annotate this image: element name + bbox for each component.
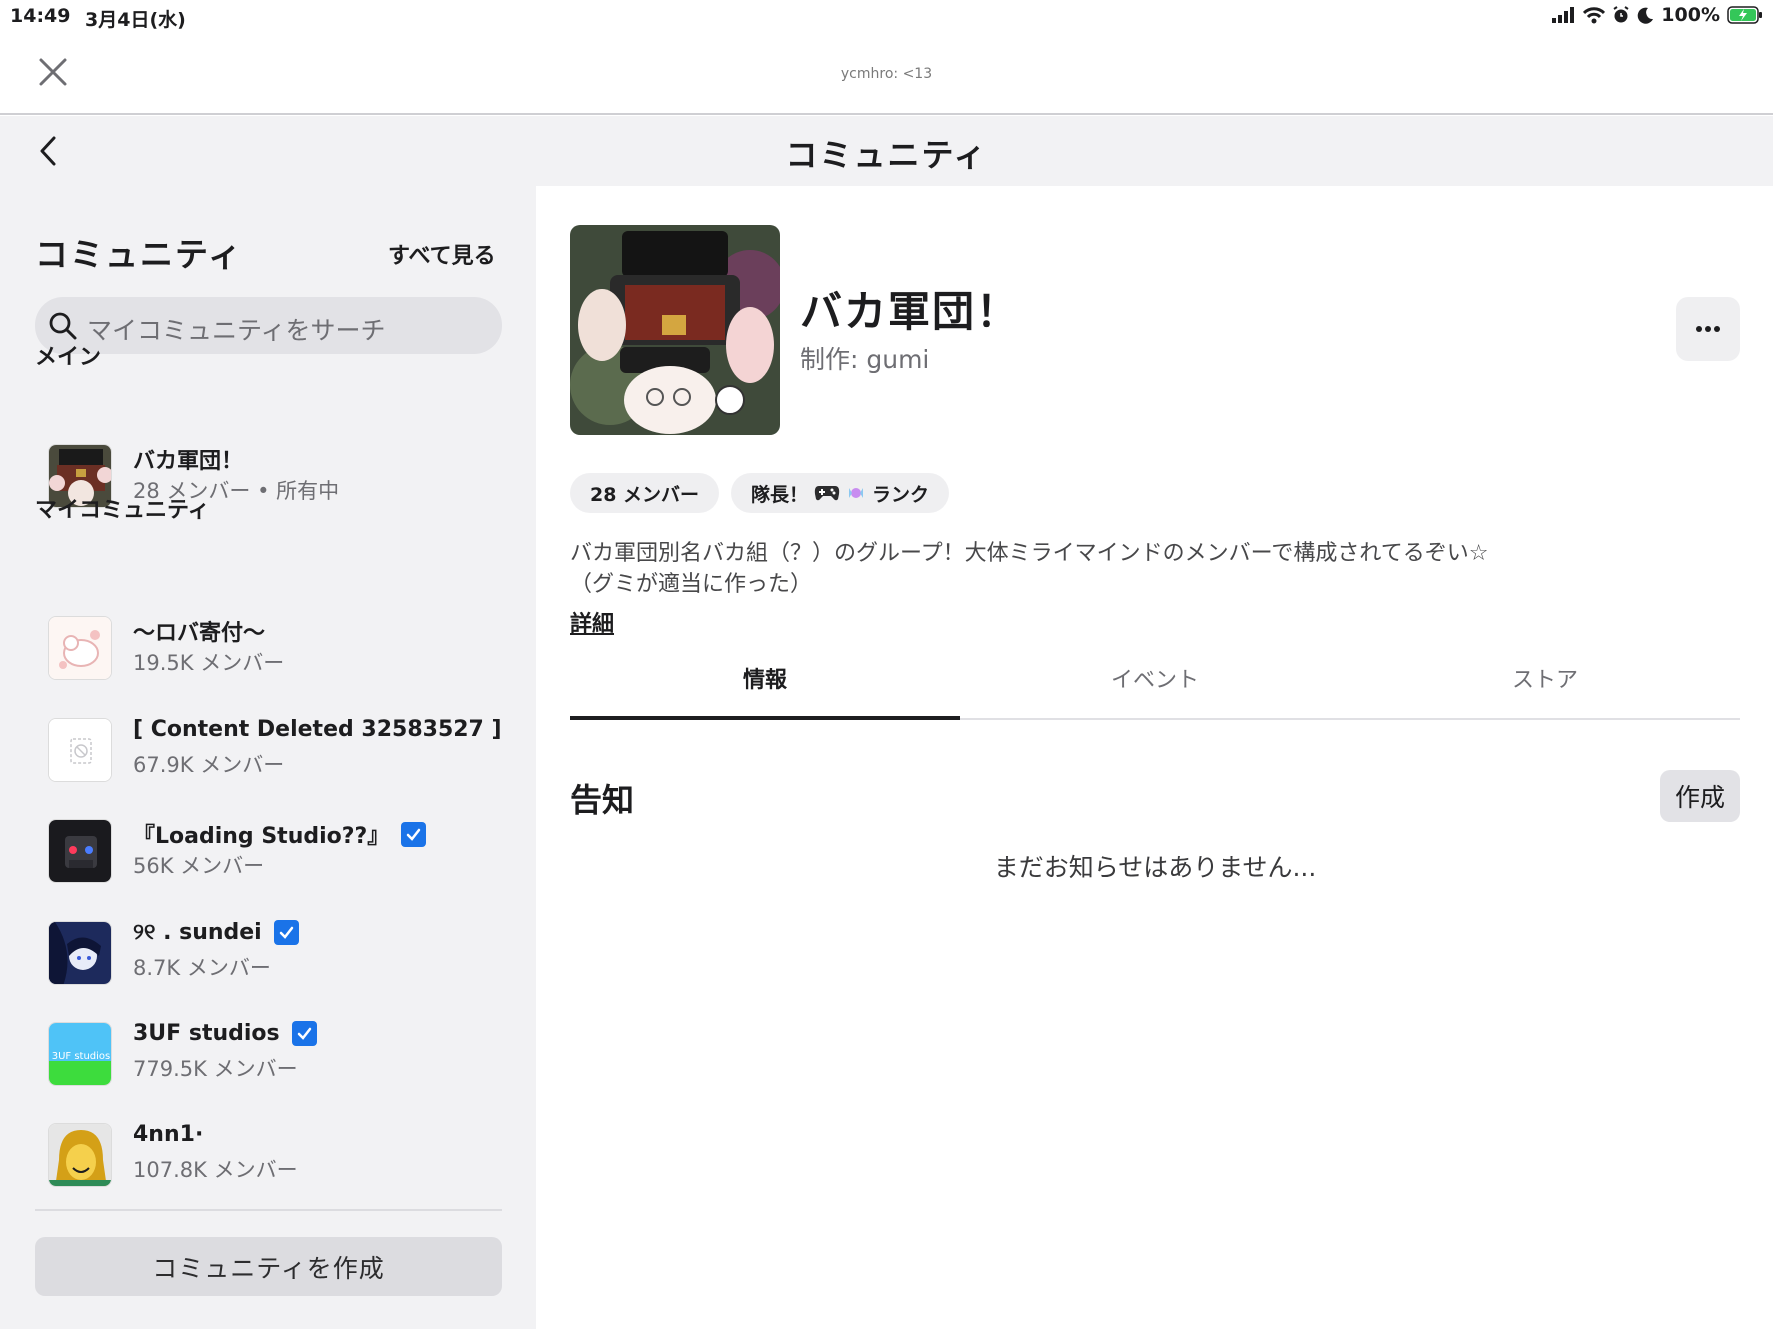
community-thumbnail	[48, 718, 112, 782]
description-line: バカ軍団別名バカ組（？）のグループ！大体ミライマインドのメンバーで構成されてるぞ…	[570, 541, 1489, 566]
community-name-text: 3UF studios	[133, 1021, 280, 1046]
community-name: 『Loading Studio??』	[133, 818, 427, 850]
search-icon	[49, 312, 77, 340]
my-communities-label: マイコミュニティ	[35, 498, 210, 523]
app-header: コミュニティ	[0, 116, 1773, 186]
cellular-signal-icon	[1552, 7, 1575, 23]
rank-suffix: ランク	[872, 483, 930, 506]
group-emblem-image	[570, 225, 780, 435]
sidebar-title: コミュニティ	[35, 235, 244, 274]
member-count: 8.7K メンバー	[133, 956, 271, 980]
member-count: 19.5K メンバー	[133, 651, 285, 675]
separator-dot: •	[257, 479, 277, 503]
community-thumbnail	[48, 921, 112, 985]
community-name-text: [ Content Deleted 32583527 ]	[133, 717, 502, 742]
sidebar-divider	[35, 1209, 502, 1211]
browser-header: ycmhro: <13	[0, 34, 1773, 115]
community-thumbnail	[48, 1123, 112, 1187]
status-icons: 100%	[1552, 4, 1763, 26]
member-count: 779.5K メンバー	[133, 1057, 298, 1081]
sidebar: コミュニティ すべて見る マイコミュニティをサーチ メイン バカ軍団！ 28 メ…	[0, 186, 536, 1329]
more-options-button[interactable]	[1676, 297, 1740, 361]
group-tabs: 情報 イベント ストア	[570, 656, 1740, 720]
alarm-icon	[1613, 6, 1629, 23]
battery-charging-icon	[1727, 6, 1762, 24]
community-name: 4nn1·	[133, 1122, 203, 1147]
search-placeholder: マイコミュニティをサーチ	[87, 316, 386, 345]
community-detail: バカ軍団！ 制作: gumi 28 メンバー 隊長！ ランク バカ軍団別名バカ組…	[536, 186, 1773, 1329]
tab-store[interactable]: ストア	[1350, 656, 1740, 718]
sidebar-item-community[interactable]: ୨୧ . sundei 8.7K メンバー	[35, 912, 502, 992]
community-search-input[interactable]: マイコミュニティをサーチ	[35, 297, 502, 354]
details-link[interactable]: 詳細	[570, 606, 614, 638]
create-announcement-button[interactable]: 作成	[1660, 770, 1740, 822]
create-community-button[interactable]: コミュニティを作成	[35, 1237, 502, 1296]
community-name: バカ軍団！	[133, 449, 244, 474]
group-creator[interactable]: 制作: gumi	[800, 340, 929, 376]
status-bar: 14:49 3月4日(水) 100%	[0, 0, 1773, 34]
rank-prefix: 隊長！	[751, 483, 809, 506]
see-all-link[interactable]: すべて見る	[388, 238, 496, 270]
announcements-empty-state: まだお知らせはありません...	[993, 853, 1317, 882]
tab-info[interactable]: 情報	[570, 656, 960, 720]
battery-percent: 100%	[1661, 4, 1720, 26]
sidebar-item-community[interactable]: 4nn1· 107.8K メンバー	[35, 1114, 502, 1194]
community-thumbnail: 3UF studios	[48, 1022, 112, 1086]
community-thumbnail	[48, 819, 112, 883]
page-url: ycmhro: <13	[840, 66, 933, 82]
community-name-text: ୨୧ . sundei	[133, 920, 262, 945]
member-count: 56K メンバー	[133, 854, 265, 878]
sidebar-item-community[interactable]: 『Loading Studio??』 56K メンバー	[35, 810, 502, 890]
candy-icon	[849, 488, 864, 498]
community-name: ୨୧ . sundei	[133, 920, 299, 945]
community-name-text: 『Loading Studio??』	[133, 824, 390, 849]
sidebar-item-community[interactable]: ～ロバ寄付～ 19.5K メンバー	[35, 607, 502, 687]
ellipsis-icon	[1696, 326, 1720, 332]
announcements-title: 告知	[570, 781, 635, 819]
description-line: （グミが適当に作った）	[570, 572, 813, 597]
status-time: 14:49	[10, 5, 71, 27]
community-name-text: 4nn1·	[133, 1122, 204, 1147]
member-count: 67.9K メンバー	[133, 753, 285, 777]
verified-badge-icon	[273, 920, 299, 945]
rank-chip[interactable]: 隊長！ ランク	[731, 473, 950, 513]
community-name: [ Content Deleted 32583527 ]	[133, 717, 502, 742]
member-count-chip[interactable]: 28 メンバー	[570, 473, 720, 513]
gamepad-icon	[814, 486, 840, 501]
verified-badge-icon	[291, 1021, 317, 1046]
sidebar-item-community[interactable]: 3UF studios 3UF studios 779.5K メンバー	[35, 1013, 502, 1093]
status-date: 3月4日(水)	[85, 9, 186, 31]
group-name: バカ軍団！	[800, 287, 1021, 336]
community-name-text: ～ロバ寄付～	[133, 621, 266, 646]
tab-events[interactable]: イベント	[960, 656, 1350, 718]
page-title: コミュニティ	[785, 136, 988, 174]
group-description: バカ軍団別名バカ組（？）のグループ！大体ミライマインドのメンバーで構成されてるぞ…	[570, 538, 1710, 600]
wifi-icon	[1583, 6, 1606, 23]
community-thumbnail	[48, 616, 112, 680]
community-name: ～ロバ寄付～	[133, 615, 265, 647]
owned-label: 所有中	[276, 479, 340, 503]
community-name: 3UF studios	[133, 1021, 317, 1046]
main-section-label: メイン	[35, 345, 102, 370]
sidebar-item-community[interactable]: [ Content Deleted 32583527 ] 67.9K メンバー	[35, 709, 502, 789]
member-count: 107.8K メンバー	[133, 1158, 298, 1182]
thumbnail-text: 3UF studios	[52, 1051, 111, 1062]
verified-badge-icon	[401, 821, 427, 847]
moon-icon	[1638, 7, 1654, 24]
